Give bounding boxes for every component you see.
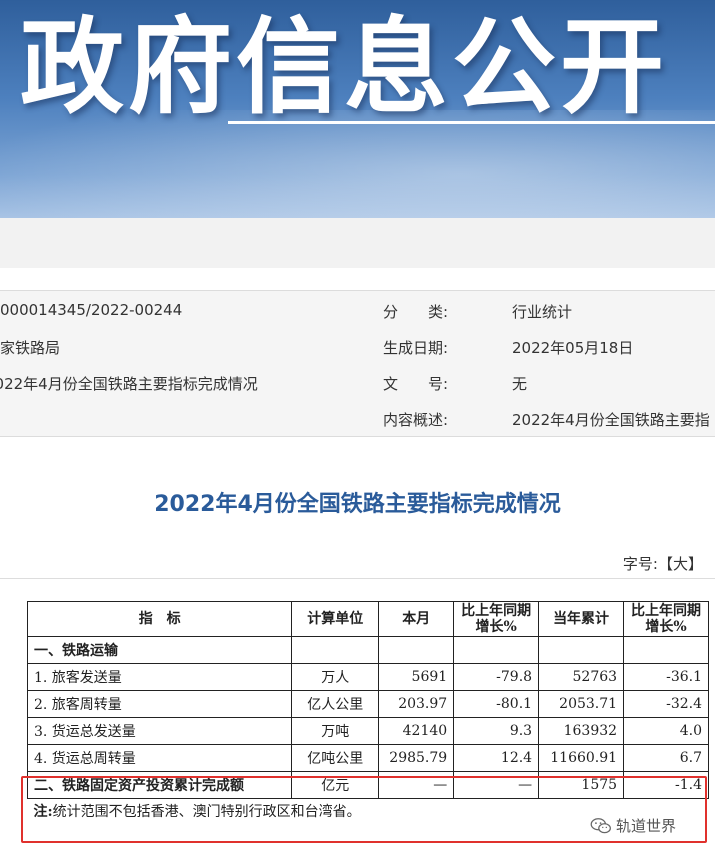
row-growth-month: -79.8 — [453, 663, 540, 691]
font-size-label: 字号: — [622, 555, 658, 573]
category-value: 行业统计 — [512, 303, 573, 321]
watermark-text: 轨道世界 — [616, 817, 677, 835]
row-cumulative: 2053.71 — [538, 690, 625, 718]
row-unit: 万吨 — [291, 717, 380, 745]
wechat-icon — [590, 817, 611, 833]
font-size-large-button[interactable]: 【大】 — [658, 555, 703, 573]
row-name: 4. 货运总周转量 — [26, 744, 293, 772]
row-name: 1. 旅客发送量 — [26, 663, 293, 691]
row-growth-cumulative: 4.0 — [623, 717, 709, 745]
empty-cell — [291, 636, 380, 664]
nav-band — [0, 218, 715, 268]
row-month: 5691 — [378, 663, 455, 691]
row-growth-month: 12.4 — [453, 744, 540, 772]
divider — [0, 578, 715, 579]
publisher: 国家铁路局 — [0, 339, 61, 357]
table-row: 1. 旅客发送量 万人 5691 -79.8 52763 -36.1 — [26, 663, 709, 691]
doc-number-label: 文 号: — [383, 375, 449, 393]
row-growth-month: -80.1 — [453, 690, 540, 718]
row-cumulative: 52763 — [538, 663, 625, 691]
row-cumulative: 11660.91 — [538, 744, 625, 772]
row-month: 2985.79 — [378, 744, 455, 772]
banner: 政府信息公开 — [0, 0, 715, 218]
row-cumulative: 163932 — [538, 717, 625, 745]
table-row: 3. 货运总发送量 万吨 42140 9.3 163932 4.0 — [26, 717, 709, 745]
section-row: 一、铁路运输 — [26, 636, 709, 664]
index-number: 000014345/2022-00244 — [0, 301, 183, 319]
row-month: 42140 — [378, 717, 455, 745]
empty-cell — [538, 636, 625, 664]
header-indicator: 指 标 — [26, 601, 293, 637]
empty-cell — [378, 636, 455, 664]
header-cumulative: 当年累计 — [538, 601, 625, 637]
date-value: 2022年05月18日 — [512, 339, 634, 357]
row-unit: 亿人公里 — [291, 690, 380, 718]
row-growth-cumulative: -36.1 — [623, 663, 709, 691]
header-growth-month: 比上年同期增长% — [453, 601, 540, 637]
empty-cell — [623, 636, 709, 664]
row-unit: 亿吨公里 — [291, 744, 380, 772]
empty-cell — [453, 636, 540, 664]
table-row: 2. 旅客周转量 亿人公里 203.97 -80.1 2053.71 -32.4 — [26, 690, 709, 718]
watermark: 轨道世界 — [590, 815, 676, 836]
row-month: 203.97 — [378, 690, 455, 718]
summary-label: 内容概述: — [383, 411, 449, 429]
row-growth-cumulative: -32.4 — [623, 690, 709, 718]
article-title: 2022年4月份全国铁路主要指标完成情况 — [154, 492, 561, 517]
table-header-row: 指 标 计算单位 本月 比上年同期增长% 当年累计 比上年同期增长% — [26, 601, 709, 637]
row-name: 3. 货运总发送量 — [26, 717, 293, 745]
table-row: 4. 货运总周转量 亿吨公里 2985.79 12.4 11660.91 6.7 — [26, 744, 709, 772]
font-size-control: 字号:【大】 — [623, 553, 703, 574]
section-title: 一、铁路运输 — [26, 636, 293, 664]
category-label: 分 类: — [383, 303, 449, 321]
header-unit: 计算单位 — [291, 601, 380, 637]
header-growth-cumulative: 比上年同期增长% — [623, 601, 709, 637]
header-month: 本月 — [378, 601, 455, 637]
summary-value: 2022年4月份全国铁路主要指 — [512, 411, 710, 429]
row-unit: 万人 — [291, 663, 380, 691]
row-growth-month: 9.3 — [453, 717, 540, 745]
row-name: 2. 旅客周转量 — [26, 690, 293, 718]
row-growth-cumulative: 6.7 — [623, 744, 709, 772]
doc-number-value: 无 — [512, 375, 528, 393]
document-title: 2022年4月份全国铁路主要指标完成情况 — [0, 375, 258, 393]
date-label: 生成日期: — [383, 339, 449, 357]
metadata-box: 000014345/2022-00244 国家铁路局 2022年4月份全国铁路主… — [0, 290, 715, 437]
banner-title: 政府信息公开 — [20, 6, 669, 128]
banner-divider — [228, 121, 715, 124]
